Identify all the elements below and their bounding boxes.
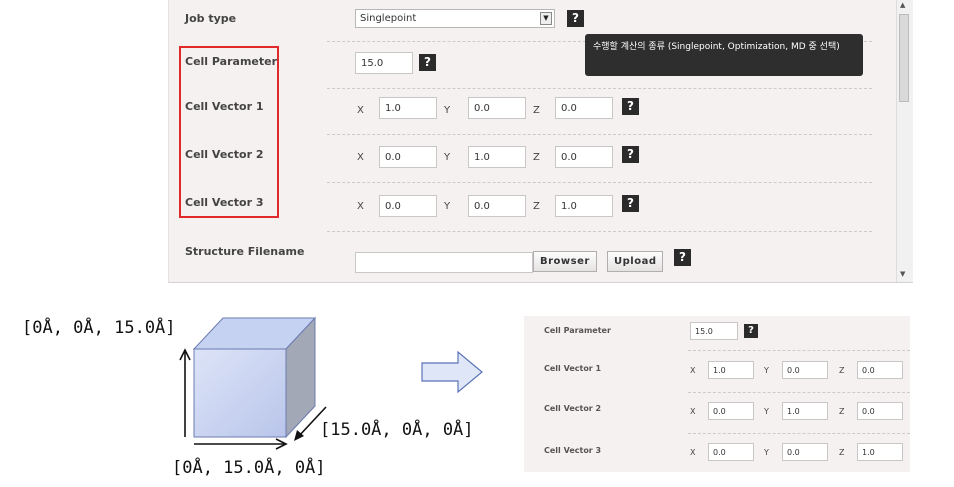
browse-button[interactable]: Browser xyxy=(533,251,597,272)
dropdown-arrow-icon[interactable]: ▼ xyxy=(540,12,552,25)
axis-y-label: Y xyxy=(444,152,451,163)
cell-vector-3-x-input[interactable] xyxy=(379,195,437,217)
structure-filename-help-icon[interactable]: ? xyxy=(674,249,691,266)
scroll-thumb[interactable] xyxy=(899,14,909,102)
mini-cell-vector-2-x-input[interactable] xyxy=(708,402,754,420)
settings-form-panel: Job type Singlepoint ▼ ? Cell Parameter … xyxy=(168,0,913,283)
mini-cell-vector-3-label: Cell Vector 3 xyxy=(544,446,602,455)
structure-filename-label: Structure Filename xyxy=(185,245,305,258)
cell-vector-1-z-input[interactable] xyxy=(555,97,613,119)
axis-x-label: X xyxy=(357,105,364,116)
job-type-help-icon[interactable]: ? xyxy=(567,10,584,27)
result-form-preview: Cell Parameter ? Cell Vector 1 X Y Z Cel… xyxy=(524,316,910,472)
cube-top-label: [0Å, 0Å, 15.0Å] xyxy=(22,318,176,338)
panel-scrollbar[interactable]: ▲ ▼ xyxy=(896,0,912,282)
mini-cell-vector-2-z-input[interactable] xyxy=(857,402,903,420)
scroll-down-icon[interactable]: ▼ xyxy=(900,270,905,278)
mini-cell-parameter-label: Cell Parameter xyxy=(544,326,611,335)
cell-parameter-input[interactable] xyxy=(355,52,413,74)
mini-cell-parameter-help-icon[interactable]: ? xyxy=(744,324,758,338)
axis-z-label: Z xyxy=(533,152,540,163)
axis-x-label: X xyxy=(357,152,364,163)
axis-x-label: X xyxy=(357,201,364,212)
cell-vector-3-y-input[interactable] xyxy=(468,195,526,217)
job-type-select[interactable]: Singlepoint ▼ xyxy=(355,9,555,28)
mini-cell-vector-2-y-input[interactable] xyxy=(782,402,828,420)
mini-cell-vector-2-label: Cell Vector 2 xyxy=(544,404,602,413)
cell-vector-2-z-input[interactable] xyxy=(555,146,613,168)
mini-cell-vector-1-z-input[interactable] xyxy=(857,361,903,379)
mini-cell-vector-1-y-input[interactable] xyxy=(782,361,828,379)
axis-y-label: Y xyxy=(764,448,769,457)
axis-x-label: X xyxy=(690,366,696,375)
cell-vector-3-z-input[interactable] xyxy=(555,195,613,217)
job-type-row: Job type Singlepoint ▼ ? xyxy=(169,0,894,38)
cell-vector-2-help-icon[interactable]: ? xyxy=(622,146,639,163)
cell-parameter-help-icon[interactable]: ? xyxy=(419,54,436,71)
divider xyxy=(688,433,910,434)
cell-vector-2-y-input[interactable] xyxy=(468,146,526,168)
scroll-up-icon[interactable]: ▲ xyxy=(900,1,905,9)
job-type-tooltip: 수행할 계산의 종류 (Singlepoint, Optimization, M… xyxy=(585,34,863,76)
divider xyxy=(327,182,872,183)
divider xyxy=(688,392,910,393)
axis-z-label: Z xyxy=(533,105,540,116)
axis-x-label: X xyxy=(690,448,696,457)
job-type-value: Singlepoint xyxy=(360,13,417,24)
mini-cell-vector-3-z-input[interactable] xyxy=(857,443,903,461)
cell-settings-highlight xyxy=(179,46,279,218)
mini-cell-parameter-input[interactable] xyxy=(690,322,738,340)
cell-vector-2-x-input[interactable] xyxy=(379,146,437,168)
job-type-label: Job type xyxy=(185,12,237,25)
axis-x-label: X xyxy=(690,407,696,416)
upload-button[interactable]: Upload xyxy=(607,251,664,272)
cube-bottom-label: [0Å, 15.0Å, 0Å] xyxy=(172,458,326,478)
axis-y-label: Y xyxy=(764,366,769,375)
divider xyxy=(688,350,910,351)
cell-vector-1-y-input[interactable] xyxy=(468,97,526,119)
mini-cell-vector-3-y-input[interactable] xyxy=(782,443,828,461)
cell-vector-1-x-input[interactable] xyxy=(379,97,437,119)
axis-y-label: Y xyxy=(444,105,451,116)
right-arrow-icon xyxy=(421,350,483,394)
axis-y-label: Y xyxy=(444,201,451,212)
divider xyxy=(327,134,872,135)
axis-z-label: Z xyxy=(533,201,540,212)
mini-cell-vector-1-x-input[interactable] xyxy=(708,361,754,379)
axis-y-label: Y xyxy=(764,407,769,416)
axis-z-label: Z xyxy=(839,448,845,457)
axis-z-label: Z xyxy=(839,407,845,416)
cell-vector-3-help-icon[interactable]: ? xyxy=(622,195,639,212)
cube-illustration xyxy=(179,316,327,450)
structure-filename-input[interactable] xyxy=(355,252,533,273)
structure-filename-row: Structure Filename Browser Upload ? xyxy=(169,232,894,282)
cube-front-face xyxy=(193,348,287,438)
cell-vector-1-help-icon[interactable]: ? xyxy=(622,98,639,115)
mini-cell-vector-1-label: Cell Vector 1 xyxy=(544,364,602,373)
cube-right-label: [15.0Å, 0Å, 0Å] xyxy=(320,420,474,440)
axis-z-label: Z xyxy=(839,366,845,375)
mini-cell-vector-3-x-input[interactable] xyxy=(708,443,754,461)
